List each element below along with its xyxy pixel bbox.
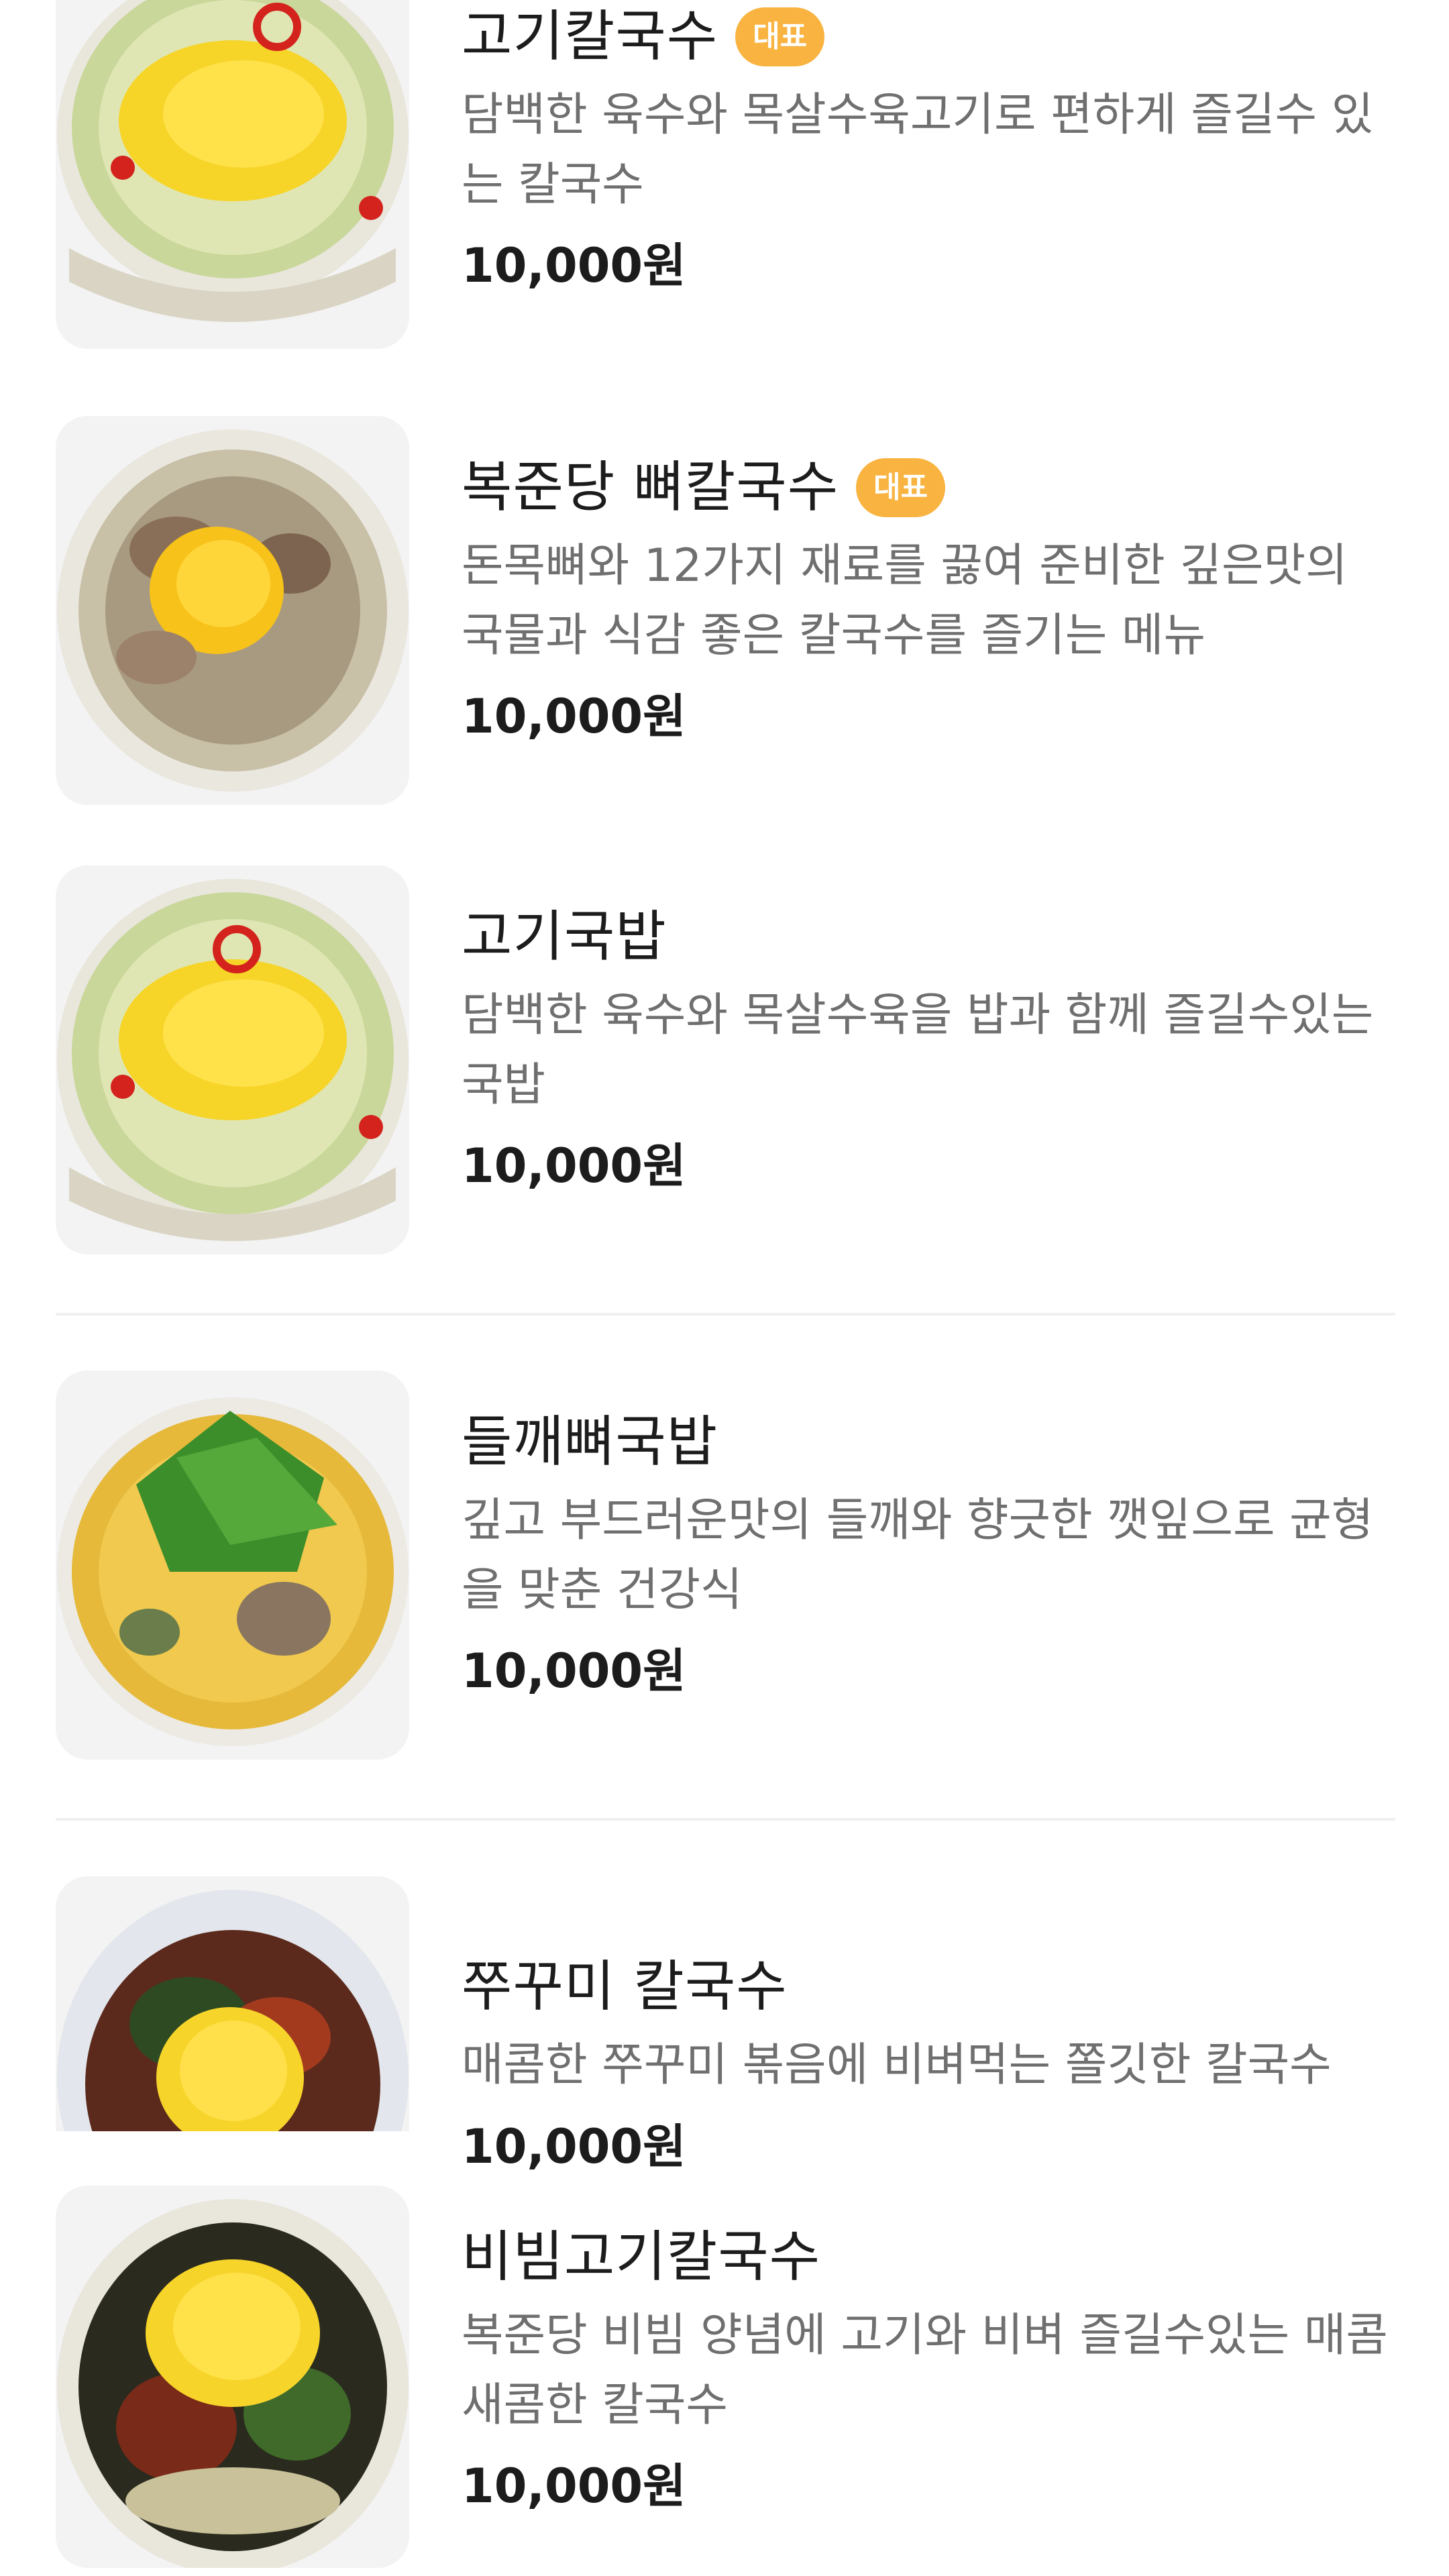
menu-item-gogi-gukbap[interactable]: 고기국밥 담백한 육수와 목살수육을 밥과 함께 즐길수있는 국밥 10,000… xyxy=(0,865,1449,1268)
menu-item-name: 쭈꾸미 칼국수 xyxy=(462,1955,788,2019)
menu-item-description: 깊고 부드러운맛의 들깨와 향긋한 깻잎으로 균형을 맞춘 건강식 xyxy=(462,1494,1374,1617)
menu-item-name: 복준당 뼈칼국수 xyxy=(462,455,839,519)
bone-noodle-soup-icon xyxy=(56,416,409,805)
menu-item-jjukkumi-kalguksu[interactable]: 쭈꾸미 칼국수 매콤한 쭈꾸미 볶음에 비벼먹는 쫄깃한 칼국수 xyxy=(0,1876,1449,2131)
menu-item-bibim-gogi-kalguksu[interactable]: 비빔고기칼국수 복준당 비빔 양념에 고기와 비벼 즐길수있는 매콤 새콤한 칼… xyxy=(0,2186,1449,2576)
rice-soup-egg-icon xyxy=(56,865,409,1254)
menu-item-name: 들깨뼈국밥 xyxy=(462,1410,718,1474)
menu-item-description: 복준당 비빔 양념에 고기와 비벼 즐길수있는 매콤 새콤한 칼국수 xyxy=(462,2309,1388,2432)
menu-item-photo xyxy=(56,1371,409,1760)
perilla-soup-icon xyxy=(56,1371,409,1760)
bibim-noodle-icon xyxy=(56,2186,409,2568)
section-divider xyxy=(56,1313,1395,1316)
menu-item-name: 고기국밥 xyxy=(462,905,667,969)
menu-item-price: 10,000원 xyxy=(462,2459,686,2514)
menu-item-deulkkae-bone-gukbap[interactable]: 들깨뼈국밥 깊고 부드러운맛의 들깨와 향긋한 깻잎으로 균형을 맞춘 건강식 … xyxy=(0,1371,1449,1773)
spicy-webfoot-noodle-icon xyxy=(56,1876,409,2131)
menu-item-gogi-kalguksu[interactable]: 고기칼국수 대표 담백한 육수와 목살수육고기로 편하게 즐길수 있는 칼국수 … xyxy=(0,0,1449,376)
menu-item-photo xyxy=(56,865,409,1254)
menu-item-price: 10,000원 xyxy=(462,238,686,293)
menu-item-photo xyxy=(56,2186,409,2568)
featured-badge: 대표 xyxy=(735,7,825,66)
menu-item-photo xyxy=(56,1876,409,2131)
menu-item-bokjundang-bone-kalguksu[interactable]: 복준당 뼈칼국수 대표 돈목뼈와 12가지 재료를 끓여 준비한 깊은맛의 국물… xyxy=(0,416,1449,818)
menu-item-description: 담백한 육수와 목살수육고기로 편하게 즐길수 있는 칼국수 xyxy=(462,89,1374,211)
section-divider xyxy=(56,1818,1395,1821)
noodle-soup-egg-icon xyxy=(56,0,409,349)
menu-item-photo xyxy=(56,0,409,349)
menu-item-price: 10,000원 xyxy=(462,2119,686,2174)
menu-item-description: 담백한 육수와 목살수육을 밥과 함께 즐길수있는 국밥 xyxy=(462,989,1374,1112)
featured-badge: 대표 xyxy=(856,458,946,517)
menu-item-description: 돈목뼈와 12가지 재료를 끓여 준비한 깊은맛의 국물과 식감 좋은 칼국수를… xyxy=(462,539,1348,662)
menu-item-price: 10,000원 xyxy=(462,1644,686,1699)
menu-item-name: 비빔고기칼국수 xyxy=(462,2225,821,2289)
menu-item-description: 매콤한 쭈꾸미 볶음에 비벼먹는 쫄깃한 칼국수 xyxy=(462,2039,1332,2092)
menu-item-name: 고기칼국수 xyxy=(462,5,718,68)
menu-item-price: 10,000원 xyxy=(462,1138,686,1193)
menu-item-photo xyxy=(56,416,409,805)
menu-item-price: 10,000원 xyxy=(462,689,686,744)
